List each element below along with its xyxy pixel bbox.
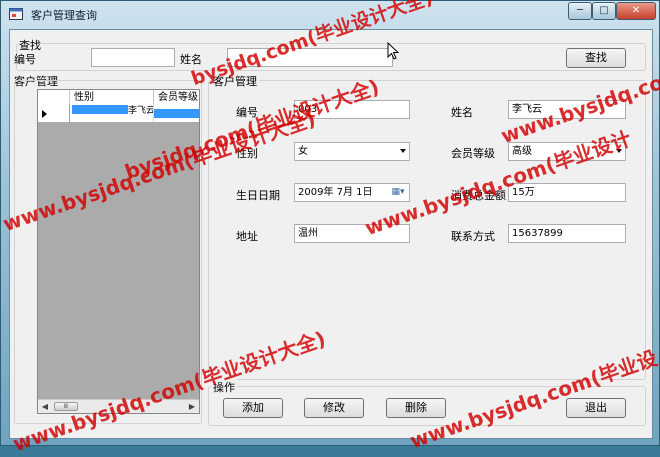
dropdown-arrow-icon[interactable]	[616, 149, 622, 153]
detail-id-input[interactable]: 003	[294, 100, 410, 119]
grid-header-gender[interactable]: 性别	[70, 90, 154, 105]
app-icon	[9, 8, 23, 20]
detail-address-label: 地址	[236, 230, 258, 243]
detail-total-input[interactable]: 15万	[508, 183, 626, 202]
grid-horizontal-scrollbar[interactable]: ◀ Ⅲ ▶	[38, 399, 199, 413]
minimize-button[interactable]: ─	[568, 2, 592, 20]
exit-button[interactable]: 退出	[566, 398, 626, 418]
cell-selection-highlight	[154, 109, 199, 118]
app-window: 客户管理查询 ─ □ ✕ 查找 编号 姓名 查找 客户管理 性别 会员等级 李飞…	[0, 0, 660, 446]
gender-select[interactable]: 女	[294, 142, 410, 161]
birthday-date-picker[interactable]: 2009年 7月 1日 ▦▾	[294, 183, 410, 202]
row-header[interactable]	[38, 105, 70, 122]
delete-button[interactable]: 删除	[386, 398, 446, 418]
grid-header: 性别 会员等级	[38, 90, 199, 106]
search-id-label: 编号	[14, 53, 36, 66]
detail-id-label: 编号	[236, 106, 258, 119]
detail-total-label: 消费总金额	[451, 189, 506, 202]
dropdown-arrow-icon[interactable]	[400, 149, 406, 153]
mouse-cursor-icon	[387, 42, 399, 60]
scroll-right-icon[interactable]: ▶	[185, 400, 199, 413]
search-name-input[interactable]	[227, 48, 393, 67]
level-select-value: 高级	[512, 146, 532, 157]
calendar-dropdown-icon[interactable]: ▦▾	[389, 186, 407, 199]
customer-grid[interactable]: 性别 会员等级 李飞云 ◀ Ⅲ ▶	[37, 89, 200, 414]
grid-cell-gender[interactable]: 李飞云	[70, 105, 154, 122]
birthday-value: 2009年 7月 1日	[298, 187, 373, 198]
grid-cell-level[interactable]	[154, 105, 199, 122]
cell-selection-highlight	[72, 105, 128, 114]
scroll-thumb[interactable]: Ⅲ	[54, 402, 78, 411]
search-name-label: 姓名	[180, 53, 202, 66]
grid-cell-name-fragment: 李飞云	[128, 106, 154, 116]
detail-gender-label: 性别	[236, 147, 258, 160]
detail-name-label: 姓名	[451, 106, 473, 119]
search-id-input[interactable]	[91, 48, 175, 67]
grid-header-level[interactable]: 会员等级	[154, 90, 199, 105]
table-row[interactable]: 李飞云	[38, 105, 199, 122]
operations-group-label: 操作	[211, 379, 237, 395]
detail-name-input[interactable]: 李飞云	[508, 100, 626, 119]
window-title: 客户管理查询	[31, 9, 97, 22]
current-row-pointer-icon	[42, 110, 47, 118]
form-client-area: 查找 编号 姓名 查找 客户管理 性别 会员等级 李飞云 ◀ Ⅲ ▶ 客户管理 …	[9, 29, 653, 439]
detail-contact-label: 联系方式	[451, 230, 495, 243]
detail-group-label: 客户管理	[211, 73, 259, 89]
detail-birthday-label: 生日日期	[236, 189, 280, 202]
edit-button[interactable]: 修改	[304, 398, 364, 418]
grid-corner-cell	[38, 90, 70, 105]
detail-level-label: 会员等级	[451, 147, 495, 160]
add-button[interactable]: 添加	[223, 398, 283, 418]
maximize-button[interactable]: □	[592, 2, 616, 20]
close-button[interactable]: ✕	[616, 2, 656, 20]
title-bar[interactable]: 客户管理查询 ─ □ ✕	[1, 1, 659, 27]
gender-select-value: 女	[298, 146, 308, 157]
detail-contact-input[interactable]: 15637899	[508, 224, 626, 243]
search-button[interactable]: 查找	[566, 48, 626, 68]
level-select[interactable]: 高级	[508, 142, 626, 161]
detail-address-input[interactable]: 温州	[294, 224, 410, 243]
scroll-left-icon[interactable]: ◀	[38, 400, 52, 413]
